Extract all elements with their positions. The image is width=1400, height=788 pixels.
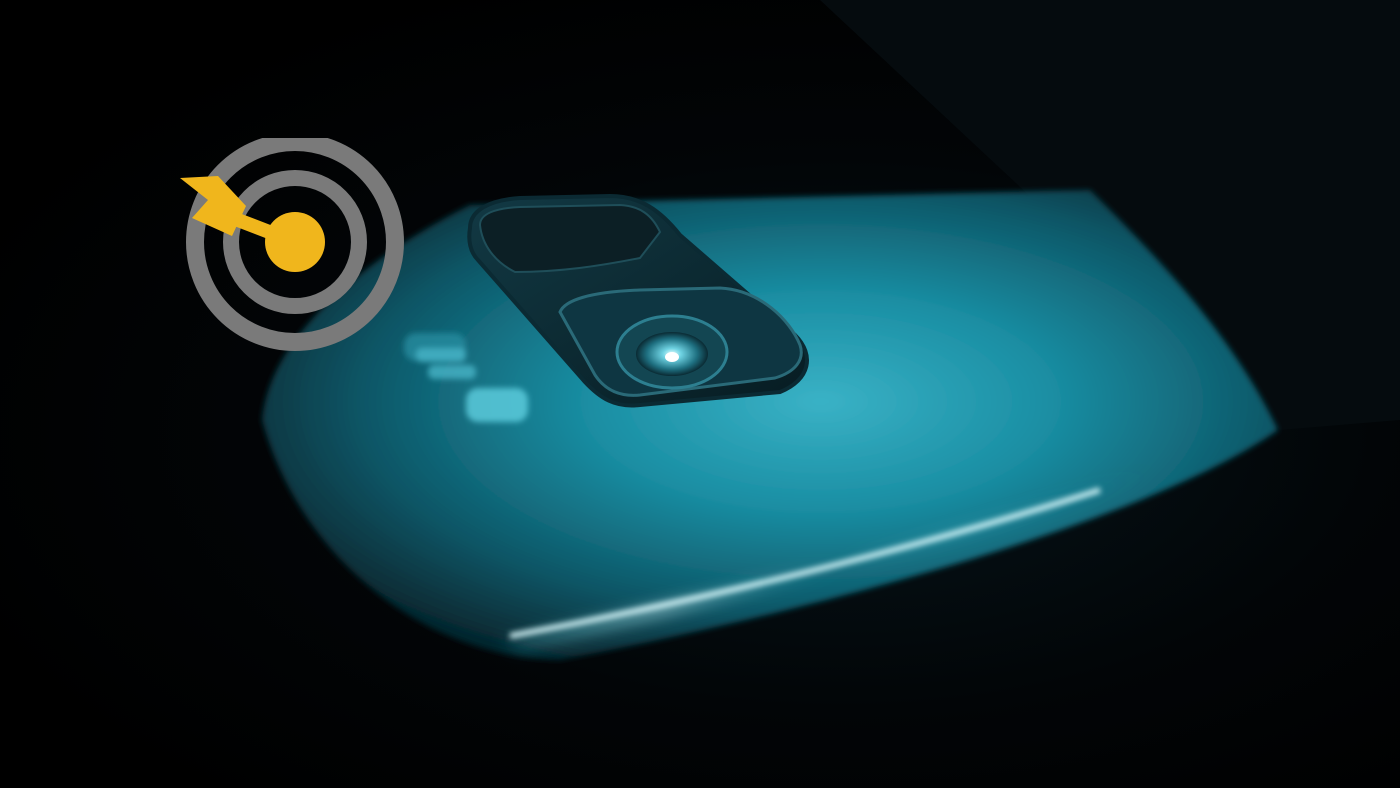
- phone-body: [262, 190, 1278, 660]
- phone-illustration: [262, 0, 1400, 660]
- target-logo: [160, 138, 410, 352]
- lens-reflection: [665, 352, 679, 362]
- flash-light: [466, 388, 528, 422]
- sensor-slot-2: [428, 365, 476, 379]
- phone-photo: [0, 0, 1400, 788]
- sensor-slot-1: [416, 348, 466, 362]
- target-arrow-icon: [180, 138, 404, 351]
